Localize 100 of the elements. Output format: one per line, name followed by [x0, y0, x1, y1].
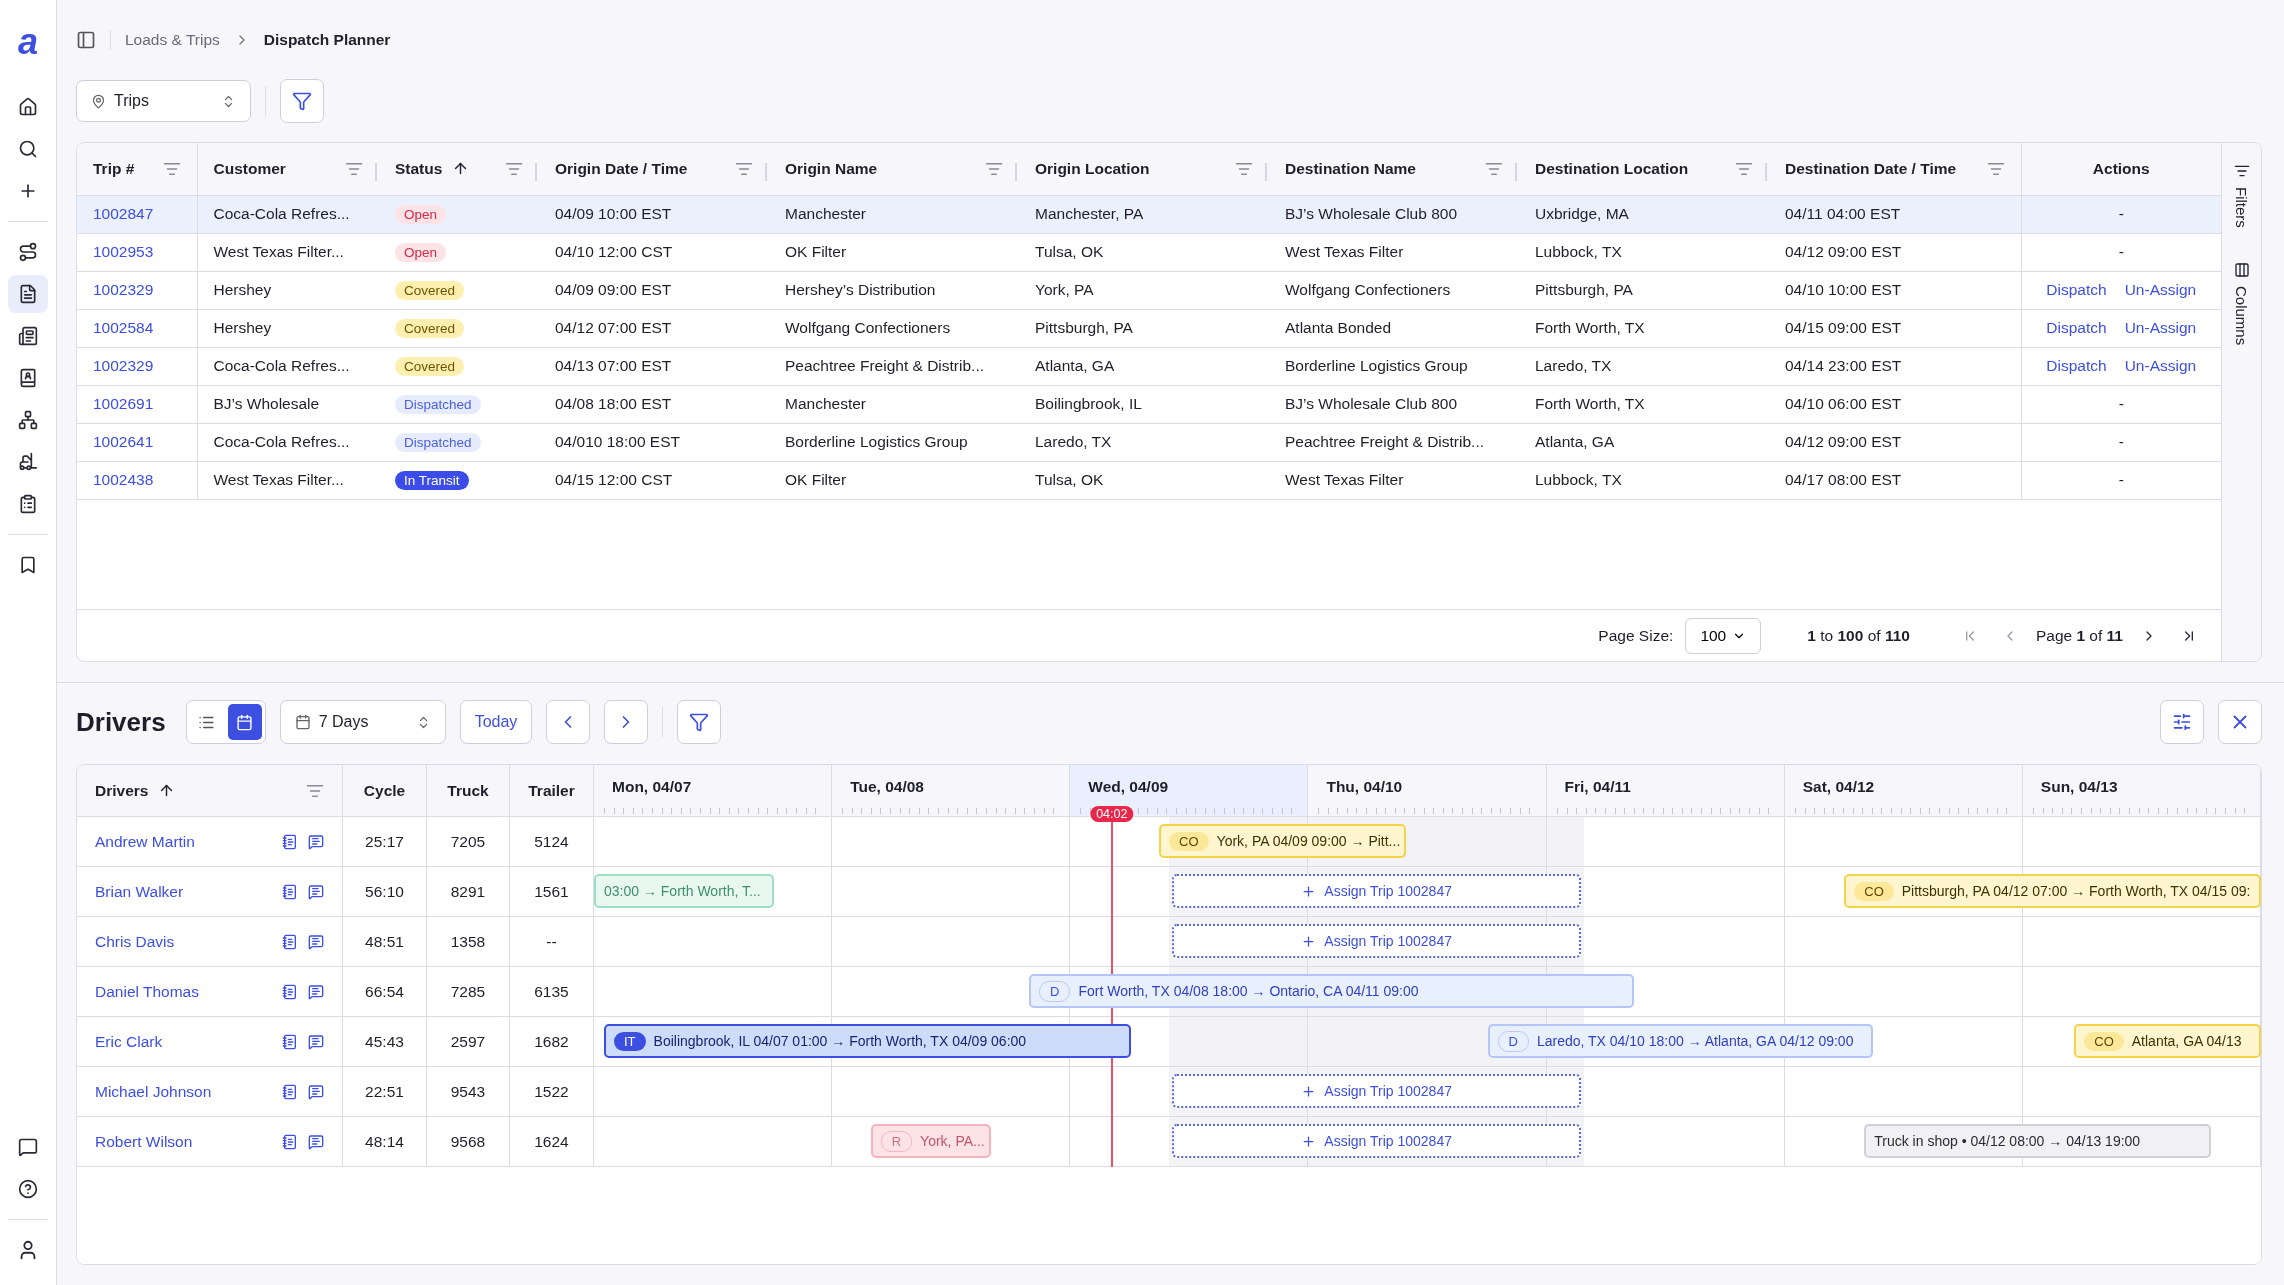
- column-header[interactable]: Origin Name: [785, 159, 878, 178]
- column-header[interactable]: Origin Location: [1035, 159, 1150, 178]
- table-row[interactable]: 1002329 Coca-Cola Refres... Covered 04/13 07:00 EST Peachtree Freight & Distrib... Atlanta, GA Borderline Logistics Group Laredo, TX 04/14 23:00 EST Dispatch Un-Assign: [77, 347, 2221, 385]
- trip-link[interactable]: 1002953: [93, 243, 154, 260]
- driver-link[interactable]: Robert Wilson: [95, 1132, 193, 1151]
- driver-link[interactable]: Brian Walker: [95, 882, 184, 901]
- trip-link[interactable]: 1002438: [93, 471, 154, 488]
- driver-link[interactable]: Andrew Martin: [95, 832, 195, 851]
- trip-link[interactable]: 1002691: [93, 395, 154, 412]
- action-link[interactable]: Un-Assign: [2124, 357, 2197, 375]
- assign-trip-slot[interactable]: Assign Trip 1002847: [1172, 1074, 1581, 1108]
- driver-link[interactable]: Chris Davis: [95, 932, 175, 951]
- assign-trip-slot[interactable]: Assign Trip 1002847: [1172, 1124, 1581, 1158]
- nav-item[interactable]: [8, 275, 48, 313]
- side-panel-tab[interactable]: Columns: [2233, 261, 2250, 346]
- current-time-label: 04:02: [1090, 806, 1134, 822]
- trip-bar[interactable]: CO Atlanta, GA 04/13: [2074, 1024, 2261, 1058]
- column-header[interactable]: Actions: [2092, 159, 2150, 178]
- message-icon[interactable]: [308, 1083, 324, 1100]
- table-cell: -: [2118, 243, 2124, 260]
- day-header[interactable]: Tue, 04/08: [832, 765, 1071, 817]
- action-link[interactable]: Dispatch: [2046, 319, 2107, 337]
- plus-icon: [1301, 933, 1317, 949]
- trip-link[interactable]: 1002329: [93, 357, 154, 374]
- trip-link[interactable]: 1002641: [93, 433, 154, 450]
- message-icon[interactable]: [308, 883, 324, 900]
- table-row[interactable]: 1002329 Hershey Covered 04/09 09:00 EST Hershey’s Distribution York, PA Wolfgang Confectioners Pittsburgh, PA 04/10 10:00 EST Dispatch Un-Assign: [77, 271, 2221, 309]
- driver-link[interactable]: Daniel Thomas: [95, 982, 199, 1001]
- calendar-view-button[interactable]: [227, 704, 262, 740]
- notes-icon[interactable]: [282, 933, 298, 950]
- action-link[interactable]: Un-Assign: [2124, 319, 2197, 337]
- close-button[interactable]: [2218, 700, 2262, 744]
- filter-button[interactable]: [280, 79, 324, 123]
- trip-bar[interactable]: IT Boilingbrook, IL 04/07 01:00 → Forth Worth, TX 04/09 06:00: [604, 1024, 1131, 1058]
- table-cell: 04/15 12:00 CST: [555, 471, 673, 488]
- table-row[interactable]: 1002953 West Texas Filter... Open 04/10 12:00 CST OK Filter Tulsa, OK West Texas Filter Lubbock, TX 04/12 09:00 EST -: [77, 233, 2221, 271]
- day-header[interactable]: Thu, 04/10: [1308, 765, 1547, 817]
- column-header[interactable]: Truck: [447, 781, 489, 800]
- driver-link[interactable]: Michael Johnson: [95, 1082, 212, 1101]
- column-header[interactable]: Drivers: [95, 781, 149, 800]
- message-icon[interactable]: [308, 933, 324, 950]
- view-select[interactable]: Trips: [76, 80, 251, 122]
- trip-bar[interactable]: D Fort Worth, TX 04/08 18:00 → Ontario, CA 04/11 09:00: [1029, 974, 1635, 1008]
- settings-button[interactable]: [2160, 700, 2204, 744]
- table-cell: 04/10 12:00 CST: [555, 243, 673, 260]
- message-icon[interactable]: [308, 1033, 324, 1050]
- day-header[interactable]: Sat, 04/12: [1784, 765, 2023, 817]
- column-header[interactable]: Trip #: [93, 159, 135, 178]
- table-row[interactable]: 1002641 Coca-Cola Refres... Dispatched 04/010 18:00 EST Borderline Logistics Group Laredo, TX Peachtree Freight & Distrib... Atlanta, GA 04/12 09:00 EST -: [77, 423, 2221, 461]
- breadcrumb-link[interactable]: Loads & Trips: [125, 31, 220, 49]
- table-row[interactable]: 1002584 Hershey Covered 04/12 07:00 EST Wolfgang Confectioners Pittsburgh, PA Atlanta Bonded Forth Worth, TX 04/15 09:00 EST Dispatch Un-Assign: [77, 309, 2221, 347]
- today-button[interactable]: Today: [459, 700, 533, 744]
- assign-trip-slot[interactable]: Assign Trip 1002847: [1172, 874, 1581, 908]
- app-logo[interactable]: a: [18, 24, 38, 60]
- range-select[interactable]: 7 Days: [279, 700, 446, 744]
- table-cell: Coca-Cola Refres...: [213, 433, 350, 450]
- notes-icon[interactable]: [282, 1133, 298, 1150]
- trip-bar[interactable]: D Laredo, TX 04/10 18:00 → Atlanta, GA 04/12 09:00: [1487, 1024, 1873, 1058]
- table-row[interactable]: 1002847 Coca-Cola Refres... Open 04/09 10:00 EST Manchester Manchester, PA BJ’s Wholesale Club 800 Uxbridge, MA 04/11 04:00 EST -: [77, 195, 2221, 233]
- day-header[interactable]: Sun, 04/13: [2022, 765, 2261, 817]
- plus-icon: [1301, 1083, 1317, 1099]
- notes-icon[interactable]: [282, 1083, 298, 1100]
- trip-bar[interactable]: CO York, PA 04/09 09:00 → Pitt...: [1159, 824, 1406, 858]
- plus-icon: [1301, 883, 1317, 899]
- assign-trip-slot[interactable]: Assign Trip 1002847: [1172, 924, 1581, 958]
- trip-route: Pittsburgh, PA 04/12 07:00 → Forth Worth, TX 04/15 09:: [1901, 883, 2251, 899]
- column-header[interactable]: Cycle: [363, 781, 406, 800]
- table-cell: -: [2118, 433, 2124, 450]
- maintenance-bar[interactable]: Truck in shop • 04/12 08:00 → 04/13 19:00: [1864, 1124, 2211, 1158]
- column-header[interactable]: Status: [395, 159, 443, 178]
- page-size-select[interactable]: 100: [1685, 617, 1762, 654]
- message-icon[interactable]: [308, 1133, 324, 1150]
- column-header[interactable]: Destination Name: [1285, 159, 1416, 178]
- filter-button[interactable]: [677, 700, 722, 744]
- table-row[interactable]: 1002691 BJ’s Wholesale Dispatched 04/08 18:00 EST Manchester Boilingbrook, IL BJ’s Wholesale Club 800 Forth Worth, TX 04/10 06:00 EST -: [77, 385, 2221, 423]
- column-header[interactable]: Customer: [213, 159, 286, 178]
- sidebar-toggle-icon[interactable]: [76, 30, 96, 50]
- side-panel-tab[interactable]: Filters: [2233, 163, 2250, 228]
- trip-bar[interactable]: R York, PA...: [870, 1124, 991, 1158]
- notes-icon[interactable]: [282, 983, 298, 1000]
- driver-link[interactable]: Eric Clark: [95, 1032, 163, 1051]
- trip-link[interactable]: 1002329: [93, 281, 154, 298]
- notes-icon[interactable]: [282, 1033, 298, 1050]
- day-header[interactable]: Mon, 04/07: [594, 765, 833, 817]
- message-icon[interactable]: [308, 983, 324, 1000]
- table-cell: 5124: [534, 832, 569, 851]
- table-row[interactable]: 1002438 West Texas Filter... In Transit 04/15 12:00 CST OK Filter Tulsa, OK West Texas Filter Lubbock, TX 04/17 08:00 EST -: [77, 461, 2221, 499]
- message-icon[interactable]: [308, 833, 324, 850]
- action-link[interactable]: Un-Assign: [2124, 281, 2197, 299]
- action-link[interactable]: Dispatch: [2046, 357, 2107, 375]
- trip-bar[interactable]: CO Pittsburgh, PA 04/12 07:00 → Forth Worth, TX 04/15 09:: [1844, 874, 2261, 908]
- trip-link[interactable]: 1002847: [93, 205, 154, 222]
- day-header[interactable]: Fri, 04/11: [1546, 765, 1785, 817]
- trip-bar[interactable]: 03:00 → Forth Worth, T...: [594, 874, 775, 908]
- action-link[interactable]: Dispatch: [2046, 281, 2107, 299]
- notes-icon[interactable]: [282, 833, 298, 850]
- page-indicator: Page 1 of 11: [2035, 626, 2123, 645]
- calendar-icon: [294, 714, 311, 730]
- trip-link[interactable]: 1002584: [93, 319, 154, 336]
- notes-icon[interactable]: [282, 883, 298, 900]
